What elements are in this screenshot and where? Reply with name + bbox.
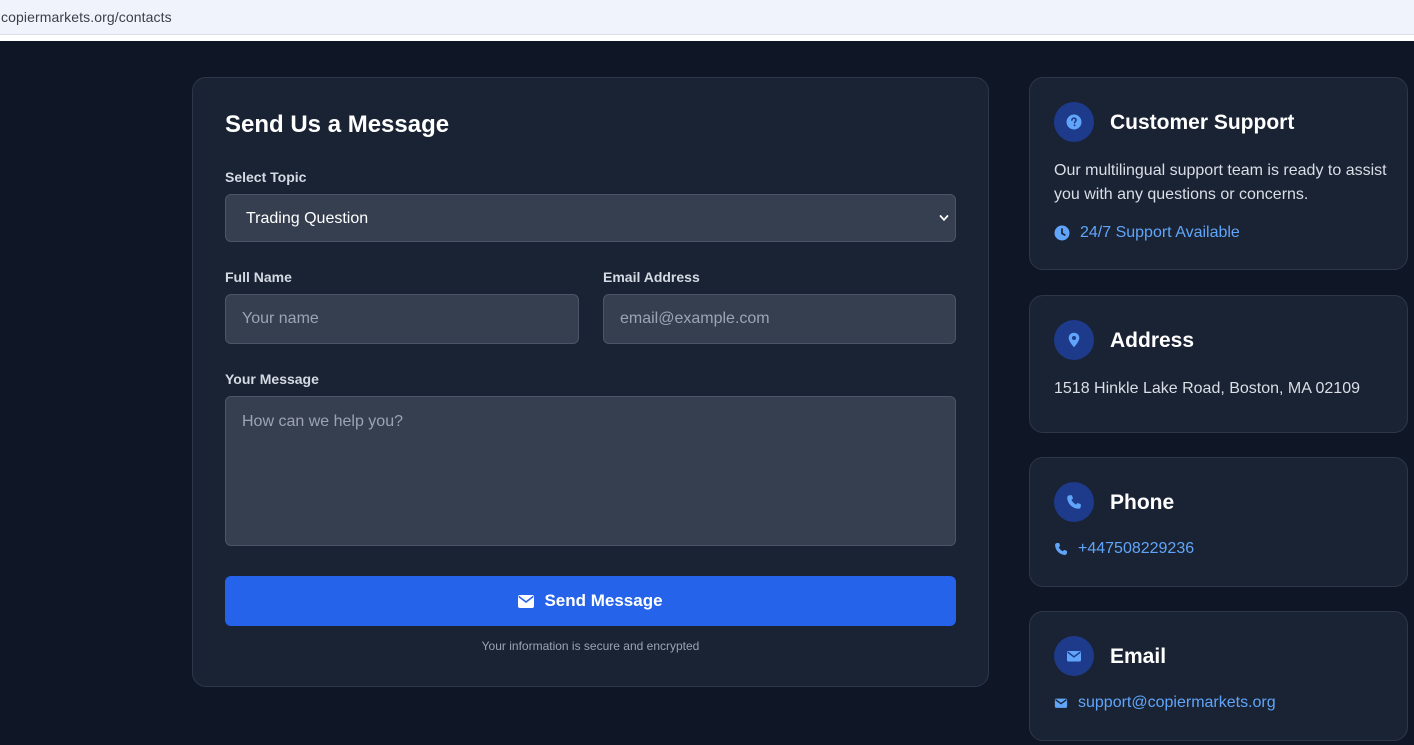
envelope-icon bbox=[1054, 698, 1068, 708]
browser-address-bar[interactable]: copiermarkets.org/contacts bbox=[0, 0, 1414, 35]
full-name-input[interactable] bbox=[225, 294, 579, 344]
email-icon-badge bbox=[1054, 636, 1094, 676]
topic-label: Select Topic bbox=[225, 169, 307, 185]
phone-link[interactable]: +447508229236 bbox=[1054, 540, 1194, 558]
address-card: Address 1518 Hinkle Lake Road, Boston, M… bbox=[1029, 295, 1408, 433]
email-card: Email support@copiermarkets.org bbox=[1029, 611, 1408, 741]
email-title: Email bbox=[1110, 645, 1167, 668]
phone-card: Phone +447508229236 bbox=[1029, 457, 1408, 587]
envelope-icon bbox=[1067, 651, 1081, 662]
support-description: Our multilingual support team is ready t… bbox=[1054, 162, 1387, 203]
phone-icon bbox=[1055, 543, 1067, 555]
phone-icon bbox=[1067, 495, 1081, 509]
form-title: Send Us a Message bbox=[225, 111, 450, 138]
address-title: Address bbox=[1110, 329, 1195, 352]
phone-title: Phone bbox=[1110, 491, 1175, 514]
question-circle-icon bbox=[1066, 114, 1082, 130]
browser-divider bbox=[0, 35, 1414, 41]
topic-select[interactable]: Trading Question bbox=[225, 194, 956, 242]
email-link[interactable]: support@copiermarkets.org bbox=[1054, 694, 1276, 712]
address-text: 1518 Hinkle Lake Road, Boston, MA 02109 bbox=[1054, 380, 1360, 397]
clock-icon bbox=[1054, 225, 1070, 241]
send-message-button[interactable]: Send Message bbox=[225, 576, 956, 626]
map-pin-icon bbox=[1068, 332, 1080, 348]
secure-note: Your information is secure and encrypted bbox=[481, 639, 700, 653]
support-icon-badge bbox=[1054, 102, 1094, 142]
contact-form-card: Send Us a Message Select Topic Trading Q… bbox=[192, 77, 989, 687]
support-availability: 24/7 Support Available bbox=[1054, 224, 1240, 242]
phone-icon-badge bbox=[1054, 482, 1094, 522]
name-label: Full Name bbox=[225, 269, 292, 285]
message-textarea[interactable] bbox=[225, 396, 956, 546]
email-input[interactable] bbox=[603, 294, 956, 344]
address-icon-badge bbox=[1054, 320, 1094, 360]
phone-number: +447508229236 bbox=[1078, 540, 1195, 557]
message-label: Your Message bbox=[225, 371, 319, 387]
availability-text: 24/7 Support Available bbox=[1080, 224, 1240, 241]
support-title: Customer Support bbox=[1110, 111, 1295, 134]
email-address: support@copiermarkets.org bbox=[1078, 694, 1276, 711]
customer-support-card: Customer Support Our multilingual suppor… bbox=[1029, 77, 1408, 270]
url-text: copiermarkets.org/contacts bbox=[1, 9, 172, 25]
email-label: Email Address bbox=[603, 269, 700, 285]
send-message-label: Send Message bbox=[544, 591, 663, 610]
envelope-icon bbox=[518, 594, 535, 608]
